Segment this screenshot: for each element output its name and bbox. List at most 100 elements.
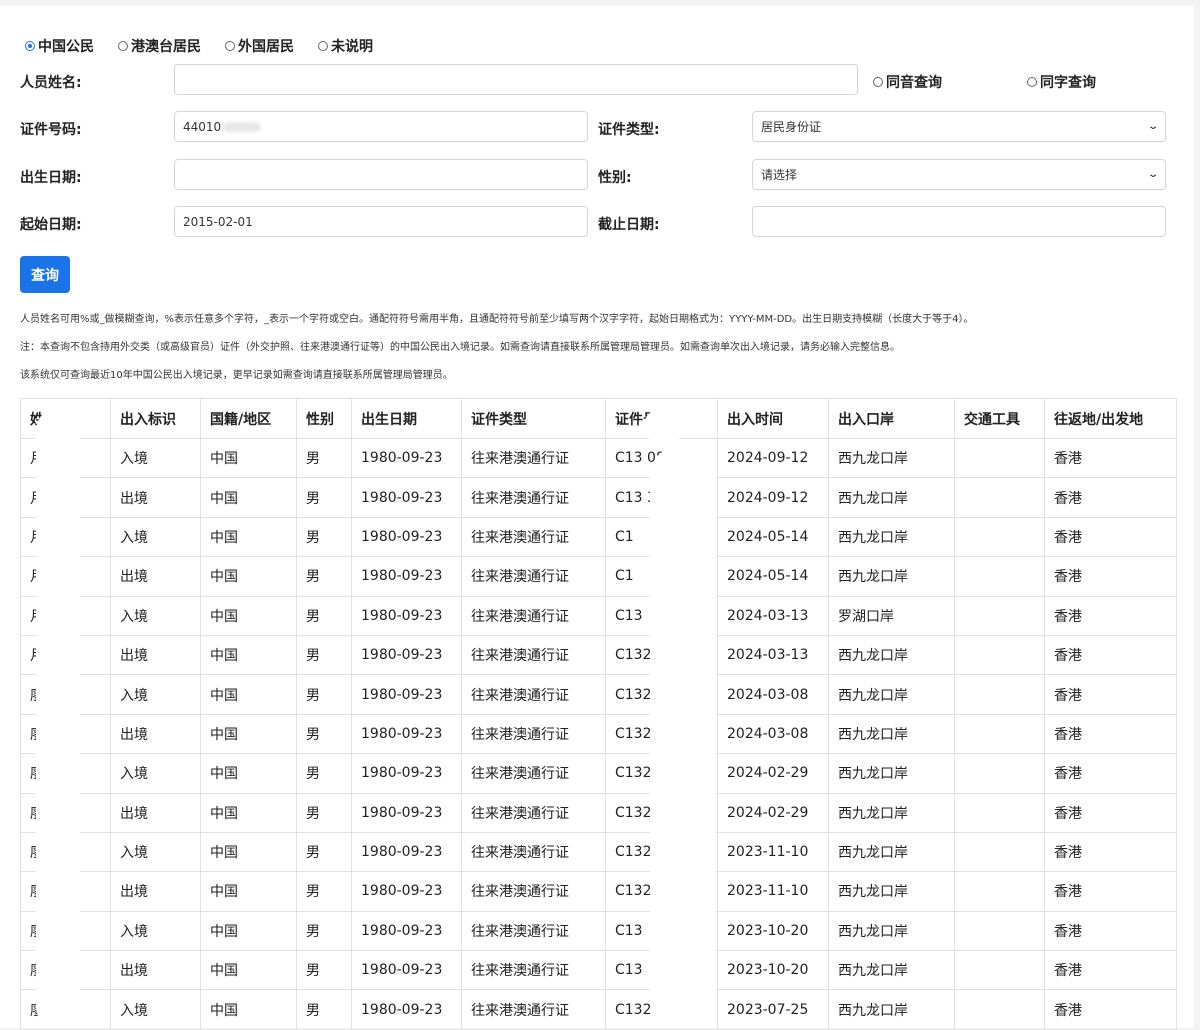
- table-cell: 2024-03-08: [717, 674, 829, 715]
- table-row: 月入境中国男1980-09-23往来港澳通行证C12024-05-14西九龙口岸…: [20, 516, 1177, 558]
- table-cell: 1980-09-23: [351, 516, 462, 558]
- radio-dot-icon: [118, 41, 128, 51]
- table-cell: 1980-09-23: [351, 477, 462, 518]
- table-cell: 男: [296, 950, 352, 991]
- id-number-value: 44010: [183, 119, 222, 134]
- table-cell: 往来港澳通行证: [461, 437, 606, 479]
- table-cell: 出境: [110, 792, 201, 833]
- redaction-mask: [644, 408, 684, 444]
- table-cell: [954, 910, 1045, 952]
- table-cell: [954, 831, 1045, 873]
- radio-same-char[interactable]: 同字查询: [1027, 72, 1096, 92]
- table-cell: [954, 556, 1045, 597]
- table-cell: 1980-09-23: [351, 595, 462, 636]
- doc-type-value: 居民身份证: [761, 120, 822, 134]
- end-date-label: 截止日期:: [598, 217, 660, 233]
- id-number-input[interactable]: 44010: [174, 111, 588, 142]
- table-row: 月出境中国男1980-09-23往来港澳通行证C12024-05-14西九龙口岸…: [20, 556, 1177, 597]
- table-cell: 男: [296, 477, 352, 518]
- table-cell: 出境: [110, 477, 201, 518]
- table-row: 廖出境中国男1980-09-23往来港澳通行证C1322023-11-10西九龙…: [20, 871, 1177, 912]
- table-cell: [954, 792, 1045, 833]
- name-input[interactable]: [174, 64, 858, 95]
- table-cell: 往来港澳通行证: [461, 989, 606, 1030]
- radio-dot-icon: [1027, 77, 1037, 87]
- column-header: 出入标识: [110, 398, 201, 439]
- column-header: 性别: [296, 398, 352, 439]
- table-row: 月出境中国男1980-09-23往来港澳通行证C1322024-03-13西九龙…: [20, 634, 1177, 676]
- table-cell: 出境: [110, 871, 201, 912]
- chevron-down-icon: ⌄: [1146, 169, 1160, 180]
- radio-hk-macao-taiwan[interactable]: 港澳台居民: [118, 36, 201, 56]
- radio-dot-icon: [873, 77, 883, 87]
- table-cell: [954, 989, 1045, 1030]
- table-cell: 中国: [200, 989, 297, 1030]
- table-cell: 中国: [200, 950, 297, 991]
- table-cell: 男: [296, 989, 352, 1030]
- table-cell: 男: [296, 753, 352, 794]
- table-cell: 往来港澳通行证: [461, 713, 606, 755]
- table-cell: 中国: [200, 753, 297, 794]
- table-cell: 男: [296, 437, 352, 479]
- table-cell: 1980-09-23: [351, 871, 462, 912]
- table-cell: 2024-05-14: [717, 516, 829, 558]
- table-cell: 西九龙口岸: [828, 910, 955, 952]
- table-cell: 香港: [1044, 595, 1177, 636]
- radio-dot-selected-icon: [25, 41, 35, 51]
- table-cell: [954, 634, 1045, 676]
- doc-type-label: 证件类型:: [598, 122, 660, 138]
- entry-exit-records-table: 姓名出入标识国籍/地区性别出生日期证件类型证件号码出入时间出入口岸交通工具往返地…: [20, 398, 1177, 1030]
- table-row: 廖出境中国男1980-09-23往来港澳通行证C13222024-02-29西九…: [20, 792, 1177, 833]
- table-cell: 香港: [1044, 634, 1177, 676]
- table-cell: 入境: [110, 437, 201, 479]
- query-button[interactable]: 查询: [20, 256, 70, 293]
- table-cell: 2023-11-10: [717, 871, 829, 912]
- table-cell: 入境: [110, 910, 201, 952]
- start-date-input[interactable]: 2015-02-01: [174, 206, 588, 237]
- table-row: 廖入境中国男1980-09-23往来港澳通行证C1322024-03-08西九龙…: [20, 674, 1177, 715]
- table-cell: 入境: [110, 831, 201, 873]
- table-cell: [954, 871, 1045, 912]
- table-cell: 1980-09-23: [351, 989, 462, 1030]
- table-cell: [954, 950, 1045, 991]
- end-date-input[interactable]: [752, 206, 1166, 237]
- radio-dot-icon: [225, 41, 235, 51]
- column-header: 国籍/地区: [200, 398, 297, 439]
- radio-chinese-citizen[interactable]: 中国公民: [25, 36, 94, 56]
- table-row: 廖入境中国男1980-09-23往来港澳通行证C132 082023-07-25…: [20, 989, 1177, 1030]
- radio-unspecified[interactable]: 未说明: [318, 36, 373, 56]
- redaction-blur: [223, 121, 262, 132]
- table-cell: 出境: [110, 713, 201, 755]
- table-cell: 2023-11-10: [717, 831, 829, 873]
- doc-type-select[interactable]: 居民身份证 ⌄: [752, 111, 1166, 142]
- chevron-down-icon: ⌄: [1146, 121, 1160, 132]
- radio-label: 外国居民: [238, 39, 294, 55]
- table-cell: 香港: [1044, 713, 1177, 755]
- gender-select[interactable]: 请选择 ⌄: [752, 159, 1166, 190]
- table-cell: [954, 674, 1045, 715]
- table-cell: 西九龙口岸: [828, 792, 955, 833]
- table-cell: 男: [296, 831, 352, 873]
- radio-same-sound[interactable]: 同音查询: [873, 72, 942, 92]
- radio-foreign-resident[interactable]: 外国居民: [225, 36, 294, 56]
- table-cell: 2023-10-20: [717, 950, 829, 991]
- table-cell: 2024-03-13: [717, 634, 829, 676]
- table-cell: 香港: [1044, 950, 1177, 991]
- table-cell: 男: [296, 634, 352, 676]
- table-cell: 出境: [110, 634, 201, 676]
- table-cell: 往来港澳通行证: [461, 871, 606, 912]
- table-cell: 香港: [1044, 437, 1177, 479]
- table-cell: 中国: [200, 437, 297, 479]
- table-cell: 男: [296, 674, 352, 715]
- table-cell: 1980-09-23: [351, 831, 462, 873]
- help-note-range: 该系统仅可查询最近10年中国公民出入境记录，更早记录如需查询请直接联系所属管理局…: [20, 370, 453, 381]
- table-cell: 2024-03-08: [717, 713, 829, 755]
- birth-date-input[interactable]: [174, 159, 588, 190]
- radio-label: 同字查询: [1040, 75, 1096, 91]
- table-cell: [954, 753, 1045, 794]
- column-header: 出生日期: [351, 398, 462, 439]
- table-cell: 中国: [200, 831, 297, 873]
- table-cell: 西九龙口岸: [828, 556, 955, 597]
- table-cell: 1980-09-23: [351, 437, 462, 479]
- table-cell: 出境: [110, 556, 201, 597]
